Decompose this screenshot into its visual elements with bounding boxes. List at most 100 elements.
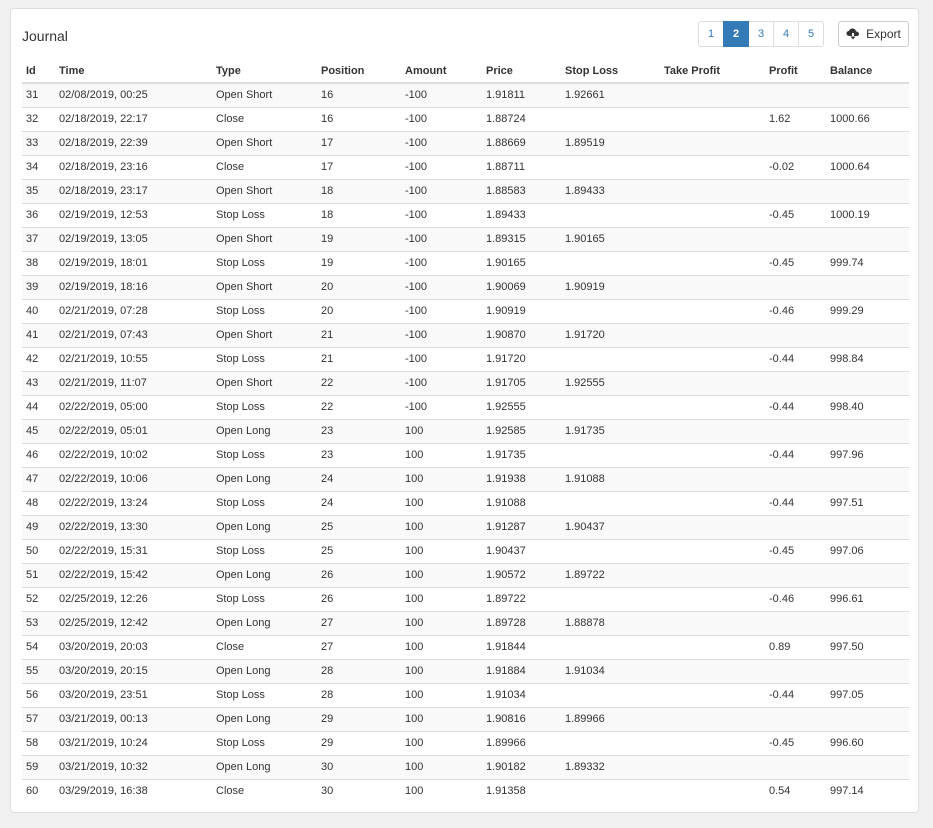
cell-type: Stop Loss (212, 298, 317, 323)
cell-take-profit (660, 706, 765, 731)
page-button-1[interactable]: 1 (698, 21, 724, 47)
table-row: 32 02/18/2019, 22:17 Close 16 -100 1.88724 1.6… (22, 106, 909, 131)
cell-stop-loss: 1.90919 (561, 274, 660, 299)
cell-time: 03/21/2019, 00:13 (55, 706, 212, 731)
cell-position: 26 (317, 586, 401, 611)
cell-profit: -0.44 (765, 346, 826, 371)
table-row: 53 02/25/2019, 12:42 Open Long 27 100 1.89728… (22, 610, 909, 635)
cell-time: 02/22/2019, 13:24 (55, 490, 212, 515)
cell-position: 29 (317, 730, 401, 755)
cell-stop-loss (561, 730, 660, 755)
cell-profit: -0.44 (765, 394, 826, 419)
cell-position: 30 (317, 754, 401, 779)
cell-stop-loss: 1.92661 (561, 82, 660, 107)
page-button-2[interactable]: 2 (723, 21, 749, 47)
cell-price: 1.89722 (482, 586, 561, 611)
table-row: 43 02/21/2019, 11:07 Open Short 22 -100 1.917… (22, 370, 909, 395)
cell-time: 03/29/2019, 16:38 (55, 778, 212, 803)
cell-time: 02/22/2019, 15:31 (55, 538, 212, 563)
cell-balance: 997.14 (826, 778, 909, 803)
cell-amount: -100 (401, 154, 482, 179)
cell-position: 30 (317, 778, 401, 803)
cell-stop-loss: 1.89519 (561, 130, 660, 155)
cell-balance (826, 226, 909, 251)
cell-take-profit (660, 490, 765, 515)
cell-stop-loss (561, 538, 660, 563)
cell-balance: 997.51 (826, 490, 909, 515)
cell-take-profit (660, 202, 765, 227)
cell-balance: 997.06 (826, 538, 909, 563)
cell-price: 1.91720 (482, 346, 561, 371)
cell-time: 02/25/2019, 12:42 (55, 610, 212, 635)
table-row: 51 02/22/2019, 15:42 Open Long 26 100 1.90572… (22, 562, 909, 587)
cell-id: 42 (22, 346, 55, 371)
cell-price: 1.91844 (482, 634, 561, 659)
cell-time: 02/19/2019, 12:53 (55, 202, 212, 227)
cell-id: 31 (22, 82, 55, 107)
table-row: 50 02/22/2019, 15:31 Stop Loss 25 100 1.90437… (22, 538, 909, 563)
table-row: 54 03/20/2019, 20:03 Close 27 100 1.91844 0.89… (22, 634, 909, 659)
cell-type: Open Short (212, 322, 317, 347)
cell-id: 47 (22, 466, 55, 491)
cell-take-profit (660, 442, 765, 467)
cell-profit (765, 274, 826, 299)
cell-stop-loss (561, 394, 660, 419)
cell-position: 17 (317, 130, 401, 155)
cell-profit (765, 322, 826, 347)
cell-take-profit (660, 754, 765, 779)
cell-price: 1.91358 (482, 778, 561, 803)
page-button-5[interactable]: 5 (798, 21, 824, 47)
cell-profit: -0.45 (765, 730, 826, 755)
cell-amount: -100 (401, 274, 482, 299)
cell-position: 23 (317, 442, 401, 467)
page-button-4[interactable]: 4 (773, 21, 799, 47)
cell-id: 35 (22, 178, 55, 203)
cell-amount: 100 (401, 586, 482, 611)
cell-profit: -0.45 (765, 538, 826, 563)
cell-price: 1.90816 (482, 706, 561, 731)
cell-type: Stop Loss (212, 202, 317, 227)
cell-id: 43 (22, 370, 55, 395)
cell-time: 03/21/2019, 10:32 (55, 754, 212, 779)
cell-profit (765, 562, 826, 587)
cell-take-profit (660, 322, 765, 347)
cell-position: 22 (317, 370, 401, 395)
cell-stop-loss: 1.89966 (561, 706, 660, 731)
cell-type: Open Short (212, 178, 317, 203)
cell-stop-loss: 1.91735 (561, 418, 660, 443)
cell-stop-loss: 1.90437 (561, 514, 660, 539)
cell-profit: -0.44 (765, 442, 826, 467)
cell-id: 32 (22, 106, 55, 131)
cell-position: 18 (317, 178, 401, 203)
table-row: 37 02/19/2019, 13:05 Open Short 19 -100 1.893… (22, 226, 909, 251)
journal-table: Id Time Type Position Amount Price Stop Loss Ta… (22, 59, 909, 803)
cell-time: 02/21/2019, 11:07 (55, 370, 212, 395)
page-button-3[interactable]: 3 (748, 21, 774, 47)
cell-profit: -0.44 (765, 682, 826, 707)
cell-price: 1.88724 (482, 106, 561, 131)
cell-time: 02/22/2019, 15:42 (55, 562, 212, 587)
cell-id: 53 (22, 610, 55, 635)
cell-id: 51 (22, 562, 55, 587)
cell-position: 16 (317, 82, 401, 107)
table-row: 40 02/21/2019, 07:28 Stop Loss 20 -100 1.9091… (22, 298, 909, 323)
cell-balance (826, 610, 909, 635)
cell-amount: -100 (401, 106, 482, 131)
cell-price: 1.90182 (482, 754, 561, 779)
table-row: 52 02/25/2019, 12:26 Stop Loss 26 100 1.89722… (22, 586, 909, 611)
cell-type: Stop Loss (212, 538, 317, 563)
table-row: 31 02/08/2019, 00:25 Open Short 16 -100 1.918… (22, 82, 909, 107)
cell-profit (765, 754, 826, 779)
export-button[interactable]: Export (838, 21, 909, 47)
cell-id: 39 (22, 274, 55, 299)
cell-type: Close (212, 154, 317, 179)
cell-price: 1.90870 (482, 322, 561, 347)
cell-profit: 0.54 (765, 778, 826, 803)
cell-price: 1.90069 (482, 274, 561, 299)
cell-amount: 100 (401, 514, 482, 539)
cell-amount: 100 (401, 658, 482, 683)
cell-amount: 100 (401, 418, 482, 443)
cell-amount: -100 (401, 82, 482, 107)
table-row: 34 02/18/2019, 23:16 Close 17 -100 1.88711 -0.… (22, 154, 909, 179)
cell-position: 27 (317, 610, 401, 635)
